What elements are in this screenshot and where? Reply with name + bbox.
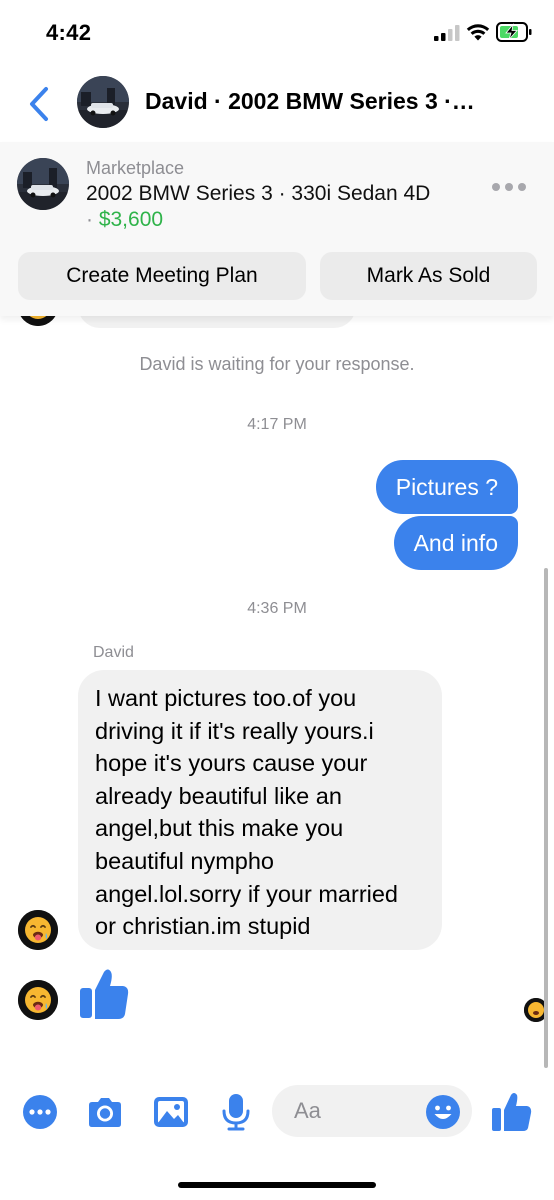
message-line: beautiful nympho: [95, 847, 274, 874]
mark-as-sold-button[interactable]: Mark As Sold: [320, 252, 537, 300]
sender-name: David: [93, 644, 134, 661]
message-line: angel.lol.sorry if your married: [95, 880, 398, 907]
microphone-icon[interactable]: [216, 1092, 256, 1132]
wifi-icon: [466, 24, 490, 41]
conversation-title[interactable]: David · 2002 BMW Series 3 ·…: [145, 88, 475, 115]
camera-icon[interactable]: [85, 1092, 125, 1132]
drooling-face-emoji-avatar[interactable]: [18, 980, 58, 1020]
marketplace-label: Marketplace: [86, 158, 185, 178]
thumbs-up-icon[interactable]: [490, 1090, 534, 1134]
create-meeting-plan-button[interactable]: Create Meeting Plan: [18, 252, 306, 300]
outgoing-message[interactable]: And info: [393, 516, 518, 570]
status-bar: 4:42: [0, 0, 554, 66]
message-line: hope it's yours cause your: [95, 750, 368, 777]
thumbs-up-sticker[interactable]: [78, 966, 130, 1022]
message-list[interactable]: David is waiting for your response. 4:17…: [0, 316, 554, 1070]
listing-price: $3,600: [98, 208, 164, 231]
avatar[interactable]: [77, 76, 129, 128]
scrollbar[interactable]: [544, 568, 548, 1068]
listing-thumbnail[interactable]: [17, 158, 69, 210]
gallery-icon[interactable]: [151, 1092, 191, 1132]
timestamp: 4:36 PM: [247, 600, 307, 617]
more-horizontal-icon[interactable]: [490, 178, 528, 196]
status-time: 4:42: [46, 20, 92, 45]
listing-title[interactable]: 2002 BMW Series 3 · 330i Sedan 4D: [86, 182, 430, 206]
message-line: already beautiful like an: [95, 782, 342, 809]
message-line: I want pictures too.of you: [95, 685, 357, 711]
outgoing-message[interactable]: Pictures ?: [375, 460, 518, 514]
listing-price-line: · $3,600: [86, 208, 163, 232]
timestamp: 4:17 PM: [247, 416, 307, 433]
previous-message-bubble: [78, 316, 356, 328]
message-line: angel,but this make you: [95, 815, 344, 842]
system-message: David is waiting for your response.: [139, 354, 415, 374]
drooling-face-emoji-avatar: [18, 316, 58, 326]
smiley-icon[interactable]: [425, 1094, 461, 1130]
message-composer: [0, 1070, 554, 1154]
chat-header: David · 2002 BMW Series 3 ·…: [0, 66, 554, 142]
cellular-signal-icon: [434, 25, 460, 41]
chevron-left-icon[interactable]: [24, 84, 52, 124]
message-line: driving it if it's really yours.i: [95, 717, 374, 744]
price-separator: ·: [86, 208, 99, 231]
marketplace-listing-card: Marketplace 2002 BMW Series 3 · 330i Sed…: [0, 142, 554, 316]
home-indicator: [178, 1182, 376, 1188]
message-line: or christian.im stupid: [95, 913, 311, 940]
drooling-face-emoji-avatar[interactable]: [18, 910, 58, 950]
battery-charging-icon: [496, 22, 532, 42]
more-icon[interactable]: [20, 1092, 60, 1132]
incoming-message[interactable]: I want pictures too.of you driving it if…: [78, 670, 442, 950]
